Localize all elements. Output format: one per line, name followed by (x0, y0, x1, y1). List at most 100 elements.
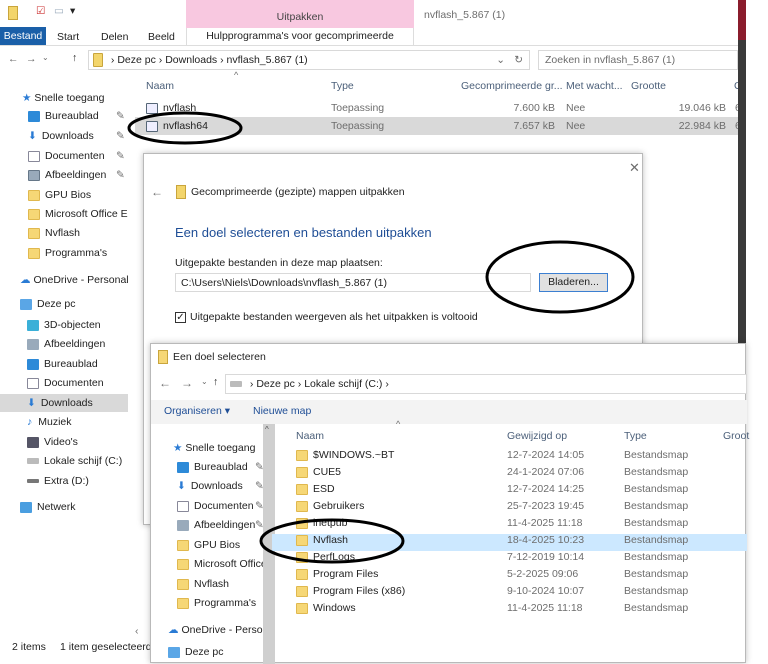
folder-icon (28, 208, 40, 220)
sidebar-item[interactable]: GPU Bios (177, 538, 240, 553)
column-header-compressed[interactable]: Gecomprimeerde gr... (461, 80, 563, 92)
sidebar-item[interactable]: Afbeeldingen (27, 337, 105, 352)
tab-delen[interactable]: Delen (101, 31, 128, 43)
sidebar-item[interactable]: Documenten ✎ (28, 149, 125, 164)
destination-path-input[interactable]: C:\Users\Niels\Downloads\nvflash_5.867 (… (175, 273, 531, 292)
properties-icon[interactable]: ☑ (36, 5, 45, 17)
search-input[interactable]: Zoeken in nvflash_5.867 (1) (538, 50, 738, 70)
breadcrumb-item[interactable]: Deze pc (256, 378, 295, 390)
tab-uitpakken[interactable]: Uitpakken (186, 0, 414, 28)
up-icon[interactable]: ↑ (213, 376, 218, 388)
cloud-icon: ☁ (20, 274, 31, 286)
sidebar-item[interactable]: Bureaublad ✎ (28, 109, 125, 124)
sidebar-onedrive[interactable]: ☁ OneDrive - Persor (168, 623, 263, 638)
zip-folder-icon (176, 185, 186, 199)
dropdown-icon[interactable]: ⌄ (496, 51, 505, 69)
sidebar-item[interactable]: 3D-objecten (27, 318, 101, 333)
new-folder-icon[interactable]: ▭ (54, 5, 64, 17)
tab-compressed-tools[interactable]: Hulpprogramma's voor gecomprimeerde mapp… (186, 28, 414, 59)
sidebar-item[interactable]: Bureaublad ✎ (177, 460, 264, 475)
browse-button[interactable]: Bladeren... (539, 273, 608, 292)
breadcrumb-item[interactable]: Lokale schijf (C:) (304, 378, 382, 390)
folder-icon (296, 551, 308, 563)
sidebar-item[interactable]: Microsoft Office En (28, 207, 128, 222)
tab-beeld[interactable]: Beeld (148, 31, 175, 43)
scroll-left-icon[interactable]: ‹ (135, 625, 139, 637)
column-header-name[interactable]: Naam (146, 80, 174, 92)
sidebar-item[interactable]: ⬇ Downloads ✎ (28, 129, 125, 144)
forward-icon[interactable]: → (181, 376, 193, 390)
star-icon: ★ (22, 92, 32, 104)
pin-icon: ✎ (116, 169, 125, 181)
sidebar-quick-access[interactable]: ★ Snelle toegang (173, 441, 255, 456)
column-header-password[interactable]: Met wacht... (566, 80, 623, 92)
sidebar-item[interactable]: Extra (D:) (27, 474, 89, 489)
column-header-name[interactable]: Naam (296, 430, 324, 442)
sidebar-item[interactable]: Microsoft Office (177, 557, 263, 572)
organize-button[interactable]: Organiseren ▾ (164, 405, 230, 417)
sidebar-item[interactable]: Nvflash (177, 577, 229, 592)
forward-icon[interactable]: → (26, 53, 37, 65)
column-header-type[interactable]: Type (624, 430, 647, 442)
customize-toolbar-icon[interactable]: ▾ (70, 5, 75, 17)
dialog-title: Gecomprimeerde (gezipte) mappen uitpakke… (191, 186, 405, 198)
video-icon (27, 436, 39, 448)
breadcrumb-item[interactable]: Deze pc (117, 54, 156, 66)
destination-label: Uitgepakte bestanden in deze map plaatse… (175, 257, 383, 269)
status-item-count: 2 items (12, 641, 46, 653)
drive-icon (27, 458, 39, 465)
sidebar-item[interactable]: GPU Bios (28, 188, 91, 203)
sidebar-item[interactable]: Documenten ✎ (177, 499, 264, 514)
back-icon[interactable]: ← (151, 185, 163, 199)
sort-ascending-icon: ^ (234, 70, 239, 80)
sidebar-item[interactable]: Nvflash (28, 226, 80, 241)
address-bar[interactable]: › Deze pc › Downloads › nvflash_5.867 (1… (88, 50, 530, 70)
recent-chevron-icon[interactable]: ⌄ (42, 53, 49, 62)
sidebar-item-downloads-selected[interactable]: ⬇ Downloads (27, 396, 93, 411)
pin-icon: ✎ (255, 519, 264, 531)
column-header-type[interactable]: Type (331, 80, 354, 92)
sidebar-item[interactable]: Lokale schijf (C:) (27, 454, 122, 469)
sidebar-item[interactable]: Video's (27, 435, 78, 450)
sidebar-item[interactable]: ⬇ Downloads ✎ (177, 479, 264, 494)
sidebar-item[interactable]: ♪ Muziek (27, 415, 72, 430)
sidebar-network[interactable]: Netwerk (20, 500, 76, 515)
breadcrumb-item[interactable]: nvflash_5.867 (1) (227, 54, 308, 66)
up-icon[interactable]: ↑ (72, 52, 77, 64)
sidebar-item[interactable]: Bureaublad (27, 357, 98, 372)
close-icon[interactable]: ✕ (629, 160, 640, 176)
sidebar-item[interactable]: Afbeeldingen ✎ (28, 168, 125, 183)
folder-icon (28, 247, 40, 259)
tab-bestand[interactable]: Bestand (0, 27, 46, 45)
address-bar[interactable]: › Deze pc › Lokale schijf (C:) › (225, 374, 747, 394)
sidebar-item[interactable]: Programma's (177, 596, 256, 611)
pin-icon: ✎ (255, 461, 264, 473)
sidebar-item[interactable]: Programma's (28, 246, 107, 261)
star-icon: ★ (173, 442, 183, 454)
folder-icon (296, 568, 308, 580)
tab-start[interactable]: Start (57, 31, 79, 43)
dialog-heading: Een doel selecteren en bestanden uitpakk… (175, 225, 432, 240)
column-header-size[interactable]: Grootte (631, 80, 666, 92)
column-header-size[interactable]: Groot (723, 430, 749, 442)
column-header-date[interactable]: Gewijzigd op (507, 430, 567, 442)
sidebar-item[interactable]: Afbeeldingen ✎ (177, 518, 264, 533)
sidebar-quick-access[interactable]: ★ Snelle toegang (22, 91, 104, 106)
sidebar-onedrive[interactable]: ☁ OneDrive - Personal (20, 273, 129, 288)
back-icon[interactable]: ← (8, 53, 19, 65)
back-icon[interactable]: ← (159, 376, 171, 390)
sidebar-item[interactable]: Documenten (27, 376, 104, 391)
application-icon (146, 120, 158, 132)
show-files-checkbox[interactable]: ✓ Uitgepakte bestanden weergeven als het … (175, 311, 478, 323)
download-icon: ⬇ (28, 130, 37, 142)
folder-icon (296, 534, 308, 546)
breadcrumb-item[interactable]: Downloads (165, 54, 217, 66)
computer-icon (20, 298, 32, 310)
pin-icon: ✎ (116, 130, 125, 142)
recent-chevron-icon[interactable]: ⌄ (201, 377, 208, 386)
new-folder-button[interactable]: Nieuwe map (253, 405, 311, 417)
sidebar-this-pc[interactable]: Deze pc (20, 297, 76, 312)
refresh-icon[interactable]: ↻ (514, 51, 523, 69)
desktop-icon (177, 461, 189, 473)
scrollbar[interactable] (738, 0, 746, 345)
